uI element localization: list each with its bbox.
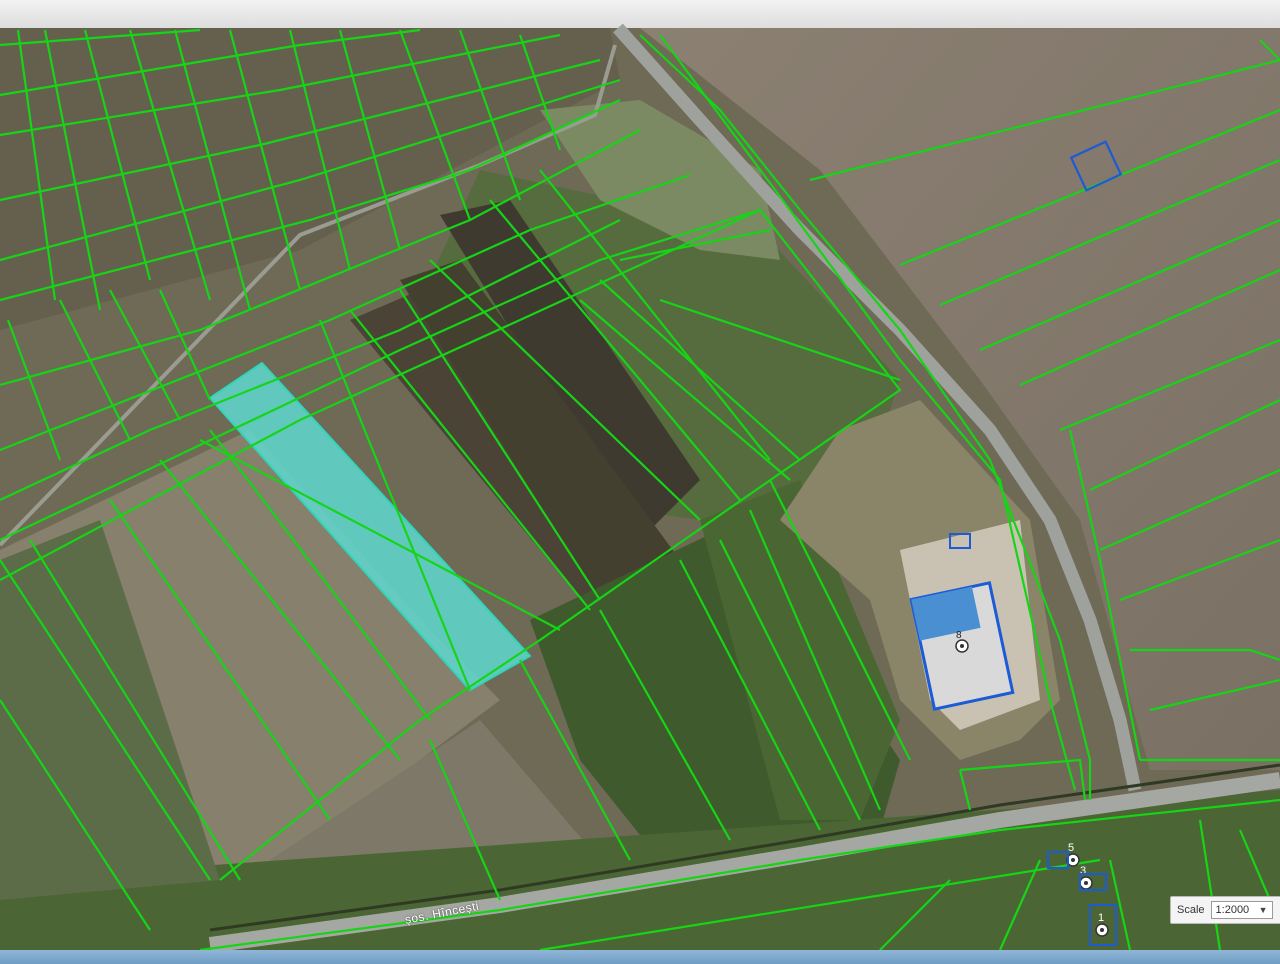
parcel-number-8: 8 xyxy=(956,630,962,641)
map-viewport[interactable]: 8 5 3 1 xyxy=(0,0,1280,964)
marker-icon[interactable] xyxy=(1095,923,1109,937)
map-application: 8 5 3 1 șos. Hîncești Scale 1:2000 ▼ xyxy=(0,0,1280,964)
marker-icon[interactable] xyxy=(955,639,969,653)
scale-select[interactable]: 1:2000 ▼ xyxy=(1210,901,1273,919)
chevron-down-icon: ▼ xyxy=(1258,905,1268,915)
parcel-number-1: 1 xyxy=(1098,912,1104,924)
bottom-bar xyxy=(0,950,1280,964)
scale-label: Scale xyxy=(1177,904,1205,916)
marker-icon[interactable] xyxy=(1079,876,1093,890)
scale-value: 1:2000 xyxy=(1215,904,1250,916)
scale-control: Scale 1:2000 ▼ xyxy=(1170,896,1280,924)
